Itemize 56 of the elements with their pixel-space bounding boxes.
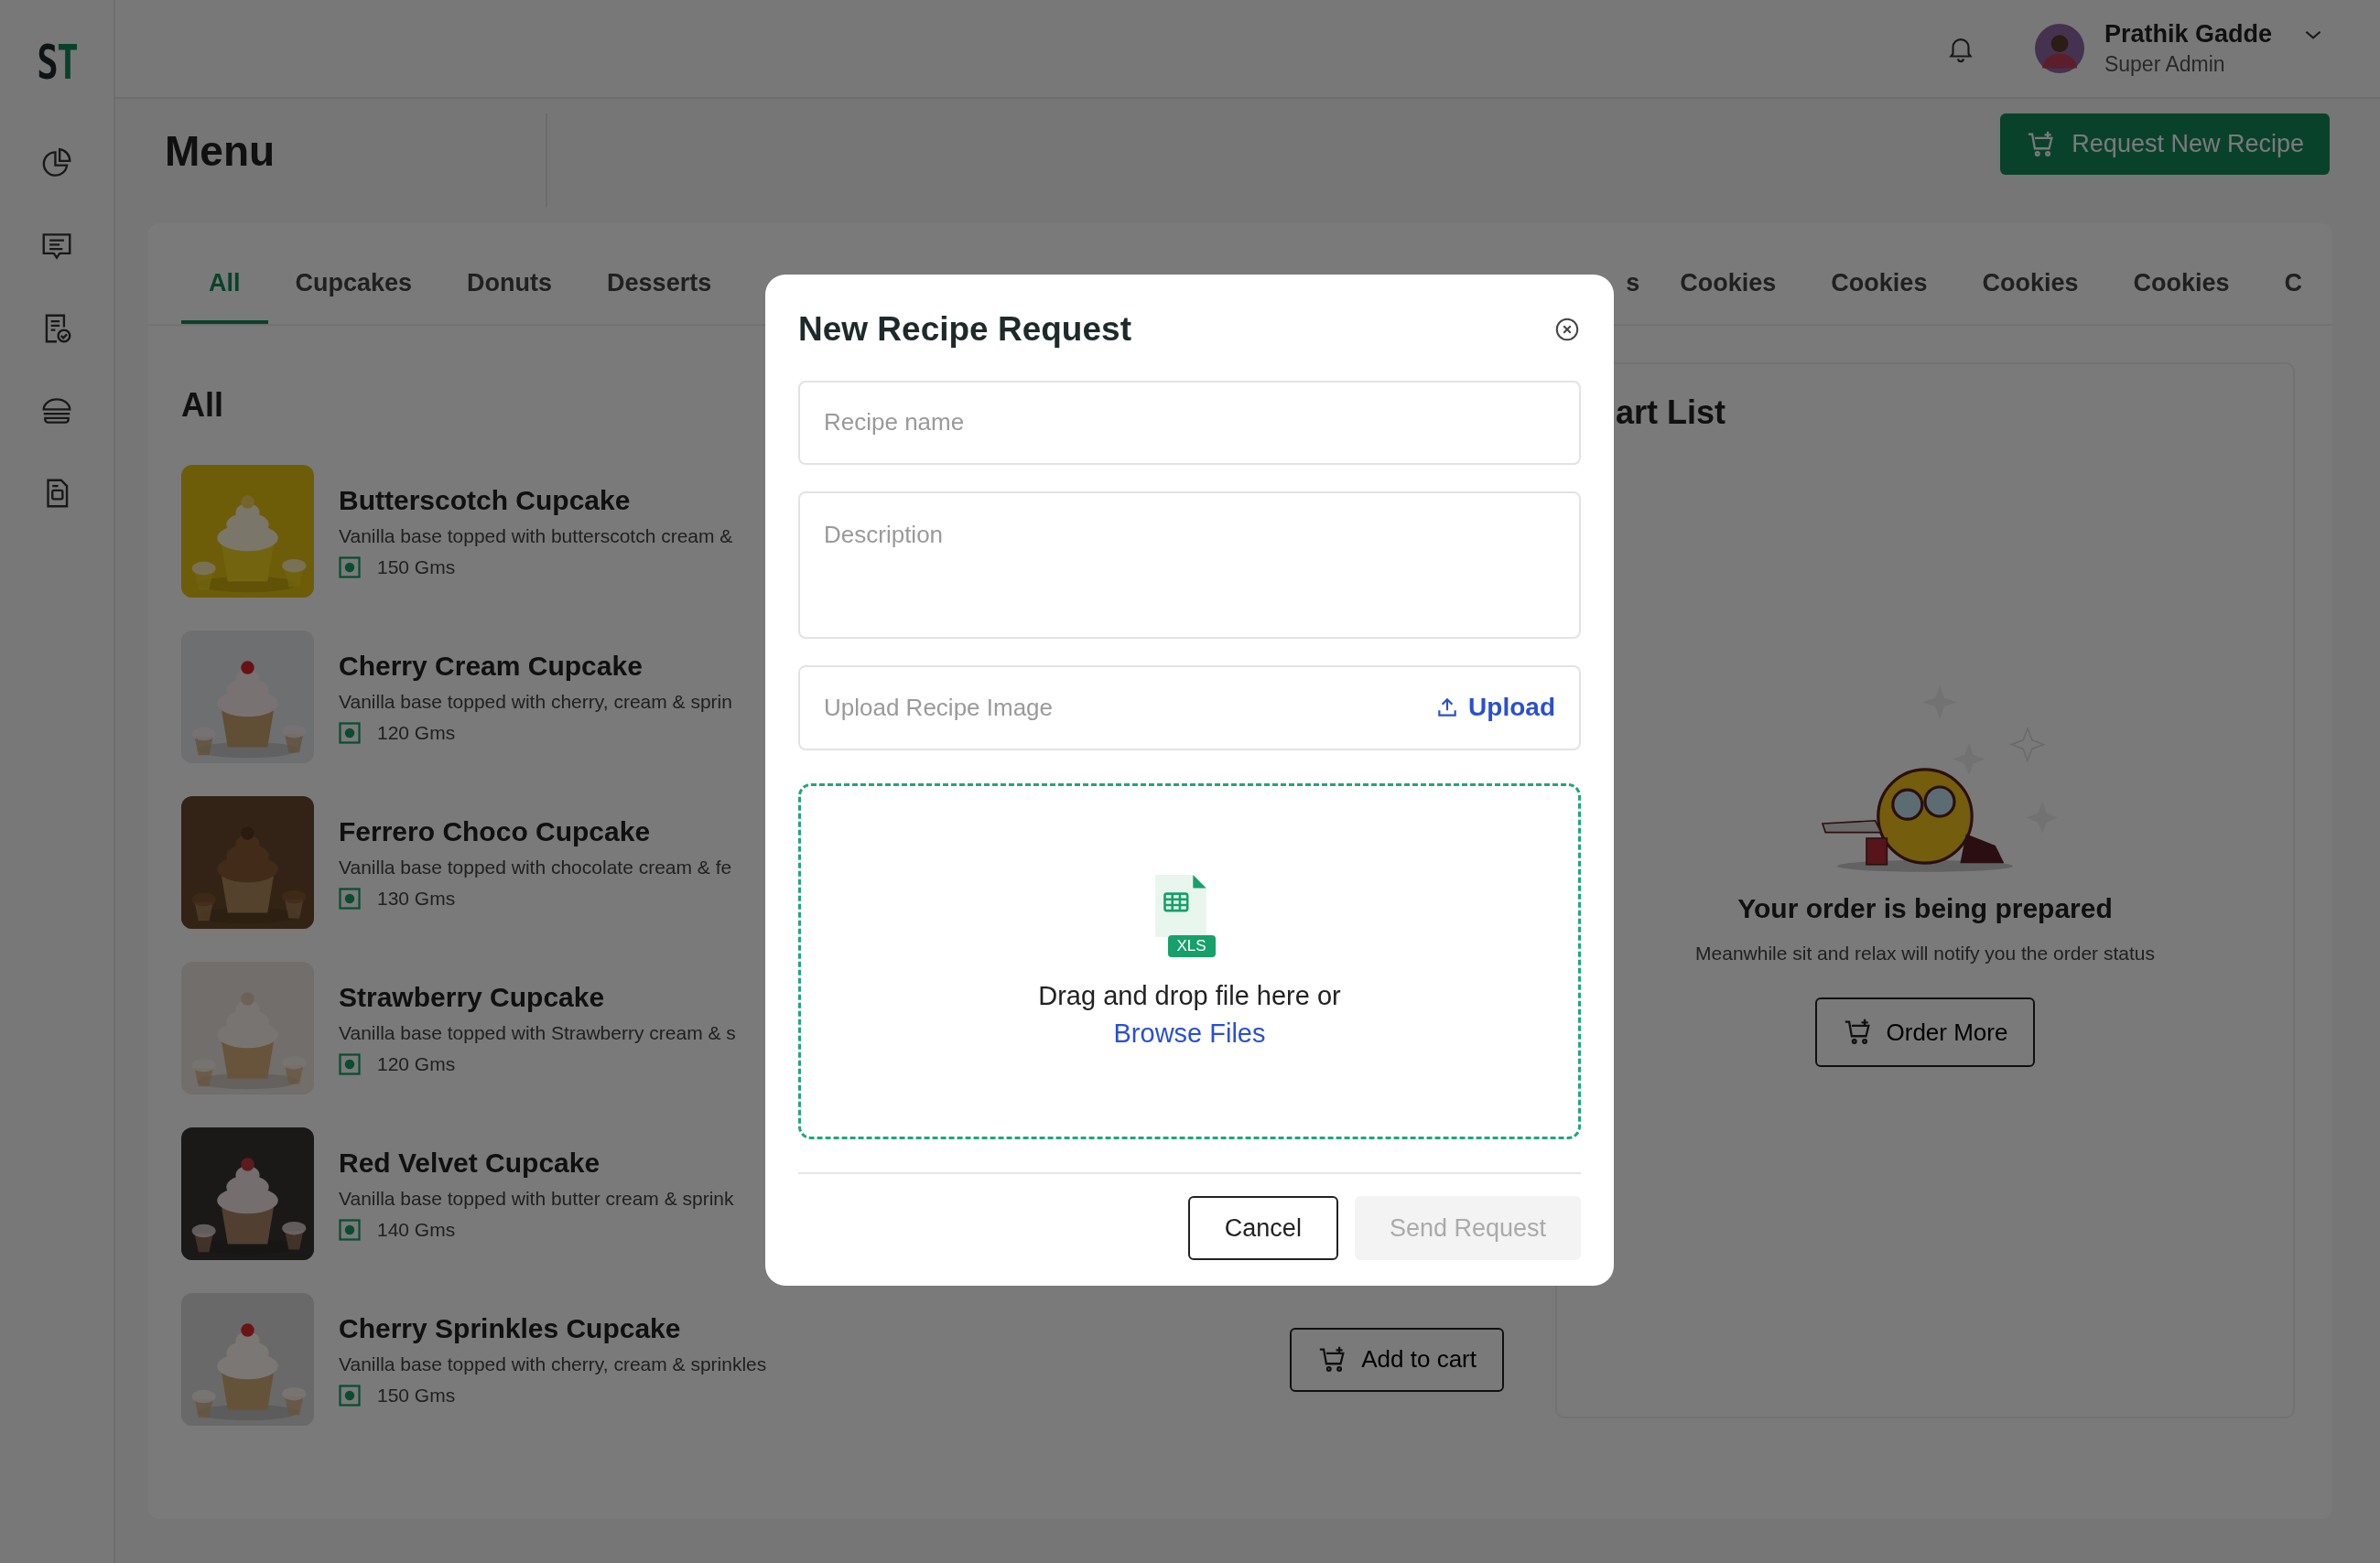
empty-state-message: Meanwhile sit and relax will notify you the order status (1695, 943, 2155, 965)
item-name: Red Velvet Cupcake (339, 1147, 600, 1179)
dropzone-text: Drag and drop file here or (1038, 981, 1341, 1012)
item-name: Cherry Sprinkles Cupcake (339, 1312, 681, 1344)
tab[interactable]: s (1598, 223, 1653, 324)
item-description: Vanilla base topped with chocolate cream & fe (339, 856, 732, 879)
item-weight: 120 Gms (377, 1052, 456, 1075)
item-description: Vanilla base topped with Strawberry cream & s (339, 1021, 736, 1044)
veg-mark-icon (339, 721, 361, 744)
veg-mark-icon (339, 1218, 361, 1241)
veg-mark-icon (339, 1052, 361, 1075)
tab[interactable]: Desserts (579, 223, 740, 324)
tab[interactable]: Cookies (1803, 223, 1955, 324)
item-name: Butterscotch Cupcake (339, 484, 631, 516)
cart-heading: art List (1616, 393, 1727, 432)
veg-mark-icon (339, 887, 361, 910)
item-description: Vanilla base topped with cherry, cream & sprinkles (339, 1353, 767, 1375)
avatar[interactable] (2034, 24, 2084, 73)
file-dropzone[interactable]: XLS Drag and drop file here or Browse Files (798, 782, 1581, 1139)
veg-mark-icon (339, 555, 361, 578)
upload-link[interactable]: Upload (1435, 693, 1555, 723)
item-name: Cherry Cream Cupcake (339, 650, 643, 682)
item-description: Vanilla base topped with cherry, cream & sprin (339, 690, 732, 713)
empty-state-title: Your order is being prepared (1737, 893, 2113, 924)
tab[interactable]: Donuts (439, 223, 580, 324)
item-description: Vanilla base topped with butterscotch cream & (339, 524, 733, 547)
item-weight: 150 Gms (377, 555, 456, 578)
page-title: Menu (165, 113, 547, 207)
item-weight: 130 Gms (377, 887, 456, 910)
tab[interactable]: Cupcakes (267, 223, 440, 324)
description-field[interactable]: Description (798, 491, 1581, 640)
item-name: Strawberry Cupcake (339, 981, 605, 1013)
item-description: Vanilla base topped with butter cream & sprink (339, 1187, 734, 1210)
veg-mark-icon (339, 1384, 361, 1407)
cancel-button[interactable]: Cancel (1187, 1196, 1338, 1260)
browse-files-link[interactable]: Browse Files (1113, 1019, 1266, 1050)
dialog-title: New Recipe Request (798, 309, 1131, 349)
recipe-name-field[interactable]: Recipe name (798, 380, 1581, 465)
tab[interactable]: C (2256, 223, 2330, 324)
item-name: Ferrero Choco Cupcake (339, 815, 651, 847)
upload-image-field[interactable]: Upload Recipe Image Upload (798, 665, 1581, 750)
section-heading: All (181, 386, 223, 425)
user-name: Prathik Gadde (2104, 20, 2272, 49)
user-role: Super Admin (2104, 52, 2226, 77)
add-to-cart-button[interactable]: Add to cart (1290, 1327, 1504, 1392)
logo: ST (37, 35, 77, 90)
item-weight: 120 Gms (377, 721, 456, 744)
tab[interactable]: Cookies (1954, 223, 2106, 324)
tab[interactable]: Cookies (1652, 223, 1804, 324)
tab[interactable]: Cookies (2105, 223, 2257, 324)
item-weight: 150 Gms (377, 1384, 456, 1407)
request-new-recipe-button[interactable]: Request New Recipe (2000, 113, 2330, 175)
order-more-button[interactable]: Order More (1814, 997, 2036, 1067)
upload-placeholder: Upload Recipe Image (824, 693, 1054, 722)
item-weight: 140 Gms (377, 1218, 456, 1241)
tab[interactable]: All (181, 223, 268, 324)
